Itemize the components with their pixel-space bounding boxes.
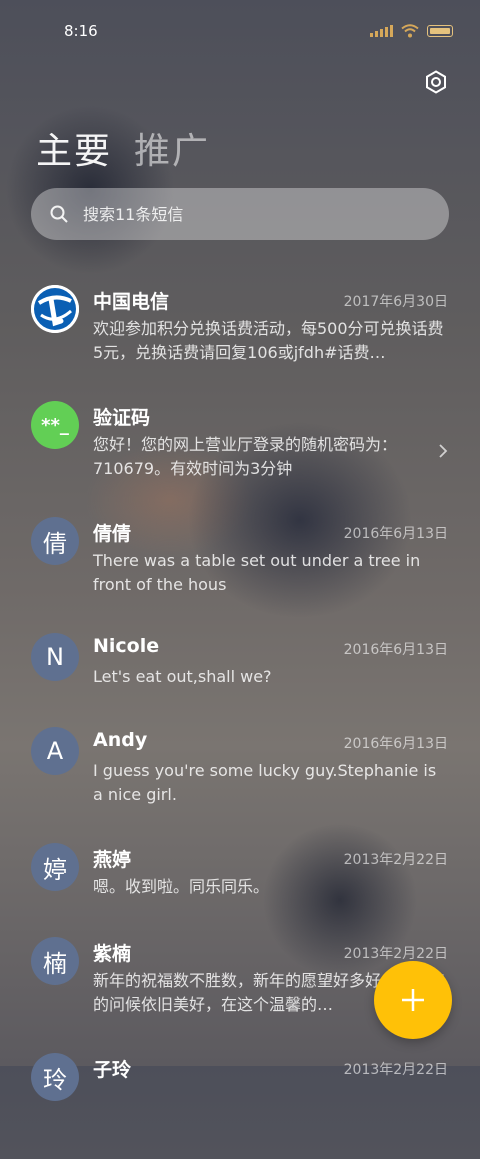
plus-icon: [402, 989, 424, 1011]
sender-name: 中国电信: [93, 291, 170, 313]
settings-gear-icon[interactable]: [424, 70, 448, 94]
message-item[interactable]: **_ 验证码 您好！您的网上营业厅登录的随机密码为：710679。有效时间为3…: [0, 391, 480, 507]
message-date: 2016年6月13日: [343, 526, 448, 542]
avatar: 婷: [31, 843, 79, 891]
message-date: 2013年2月22日: [343, 946, 448, 962]
message-preview: Let's eat out,shall we?: [93, 667, 272, 686]
message-item[interactable]: A Andy 2016年6月13日 I guess you're some lu…: [0, 717, 480, 833]
avatar: 玲: [31, 1053, 79, 1101]
sender-name: 子玲: [93, 1059, 132, 1081]
sender-name: Nicole: [93, 635, 160, 657]
message-preview: 您好！您的网上营业厅登录的随机密码为：710679。有效时间为3分钟: [93, 435, 398, 478]
avatar: A: [31, 727, 79, 775]
status-icons: [370, 24, 453, 38]
message-date: 2016年6月13日: [343, 736, 448, 752]
avatar: 楠: [31, 937, 79, 985]
message-item[interactable]: N Nicole 2016年6月13日 Let's eat out,shall …: [0, 623, 480, 717]
search-input[interactable]: [81, 203, 405, 225]
message-date: 2017年6月30日: [343, 294, 448, 310]
telecom-logo-icon: [31, 285, 79, 333]
message-item[interactable]: 中国电信 2017年6月30日 欢迎参加积分兑换话费活动，每500分可兑换话费5…: [0, 275, 480, 391]
battery-icon: [427, 25, 453, 37]
sender-name: 验证码: [93, 407, 151, 429]
message-preview: I guess you're some lucky guy.Stephanie …: [93, 761, 437, 804]
sender-name: 倩倩: [93, 523, 132, 545]
tab-primary[interactable]: 主要: [36, 122, 112, 174]
message-preview: 欢迎参加积分兑换话费活动，每500分可兑换话费5元，兑换话费请回复106或jfd…: [93, 319, 444, 362]
message-item[interactable]: 倩 倩倩 2016年6月13日 There was a table set ou…: [0, 507, 480, 623]
status-bar: 8:16: [0, 0, 480, 60]
wifi-icon: [401, 24, 419, 38]
message-date: 2016年6月13日: [343, 642, 448, 658]
message-date: 2013年2月22日: [343, 1062, 448, 1078]
avatar: **_: [31, 401, 79, 449]
status-time: 8:16: [64, 22, 98, 40]
search-icon: [50, 205, 68, 223]
message-item[interactable]: 玲 子玲 2013年2月22日: [0, 1043, 480, 1159]
sender-name: 紫楠: [93, 943, 132, 965]
message-date: 2013年2月22日: [343, 852, 448, 868]
tab-promotions[interactable]: 推广: [134, 122, 210, 174]
avatar: N: [31, 633, 79, 681]
sender-name: Andy: [93, 729, 148, 751]
new-message-button[interactable]: [374, 961, 452, 1039]
signal-icon: [370, 25, 393, 37]
search-bar[interactable]: [31, 188, 449, 240]
message-item[interactable]: 婷 燕婷 2013年2月22日 嗯。收到啦。同乐同乐。: [0, 833, 480, 927]
message-preview: 嗯。收到啦。同乐同乐。: [93, 877, 270, 896]
avatar: 倩: [31, 517, 79, 565]
chevron-right-icon[interactable]: [438, 443, 448, 459]
tab-bar: 主要 推广: [36, 122, 210, 174]
sender-name: 燕婷: [93, 849, 132, 871]
message-preview: There was a table set out under a tree i…: [93, 551, 421, 594]
